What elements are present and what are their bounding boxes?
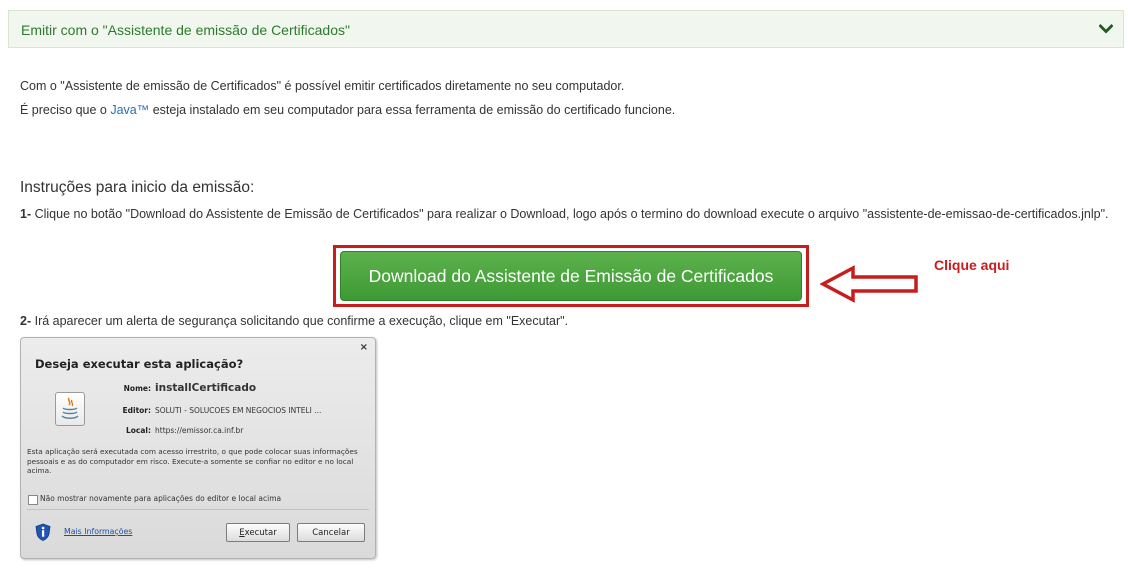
accordion-header[interactable]: Emitir com o "Assistente de emissão de C… [8,10,1124,48]
instructions-title: Instruções para inicio da emissão: [20,179,255,196]
step-2-number: 2- [20,314,32,328]
step-1-description: Clique no botão "Download do Assistente … [31,207,1109,221]
intro-line-2-prefix: É preciso que o [20,103,111,117]
download-assistant-button[interactable]: Download do Assistente de Emissão de Cer… [340,251,802,301]
cancel-button[interactable]: Cancelar [297,523,365,542]
java-icon [55,392,85,426]
java-link[interactable]: Java™ [110,103,149,117]
intro-line-2: É preciso que o Java™ esteja instalado e… [20,103,675,117]
shield-info-icon [35,523,51,541]
intro-line-1: Com o "Assistente de emissão de Certific… [20,79,625,93]
security-dialog: × Deseja executar esta aplicação? Nome: … [20,337,376,559]
local-label: Local: [125,426,151,435]
close-icon[interactable]: × [360,342,368,353]
step-2-text: 2- Irá aparecer um alerta de segurança s… [20,314,568,328]
step-1-number: 1- [20,207,32,221]
dont-show-again-label[interactable]: Não mostrar novamente para aplicações do… [40,494,281,503]
accordion-title: Emitir com o "Assistente de emissão de C… [21,22,350,38]
step-1-text: 1- Clique no botão "Download do Assisten… [20,208,1110,221]
execute-button-label: xecutar [244,527,277,538]
editor-value: SOLUTI - SOLUCOES EM NEGOCIOS INTELI ... [155,406,322,415]
arrow-left-icon [820,265,918,303]
callout-label: Clique aqui [934,257,1010,273]
execute-button[interactable]: Executar [226,523,290,542]
chevron-down-icon[interactable] [1099,23,1113,35]
name-label: Nome: [123,384,151,393]
name-value: installCertificado [155,382,257,394]
step-2-description: Irá aparecer um alerta de segurança soli… [31,314,569,328]
dialog-separator [27,509,369,510]
dialog-title: Deseja executar esta aplicação? [35,357,244,371]
dialog-warning: Esta aplicação será executada com acesso… [27,447,358,475]
local-value: https://emissor.ca.inf.br [155,426,244,435]
editor-label: Editor: [122,406,152,415]
more-info-link[interactable]: Mais Informações [64,527,132,536]
intro-line-2-suffix: esteja instalado em seu computador para … [149,103,676,117]
dont-show-again-checkbox[interactable] [28,495,38,505]
